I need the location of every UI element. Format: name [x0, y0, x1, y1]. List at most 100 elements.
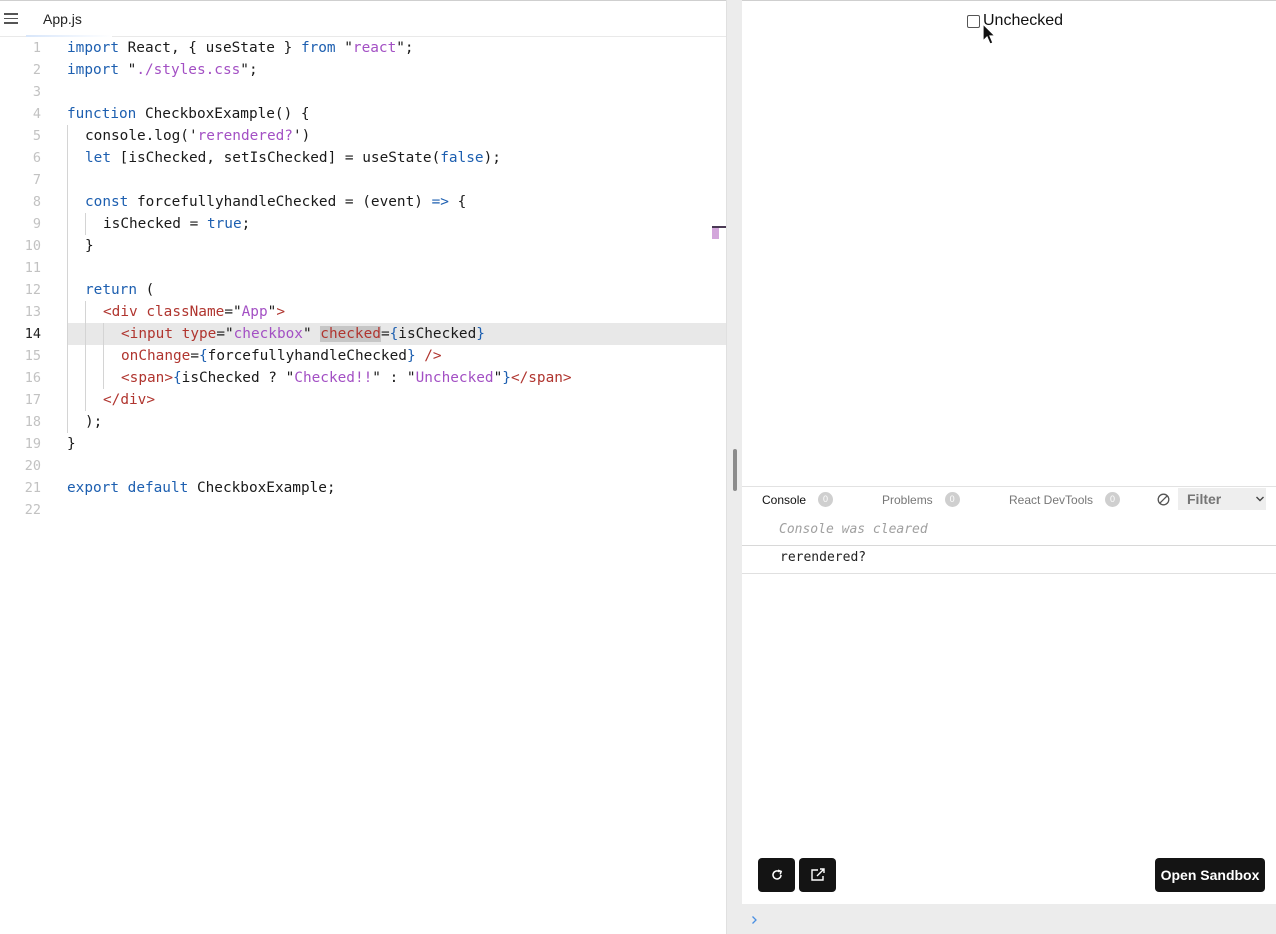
code-text: return (: [85, 282, 155, 298]
preview-checkbox[interactable]: [967, 14, 980, 28]
indent-guide: [85, 323, 86, 345]
pane-splitter[interactable]: [726, 0, 742, 934]
devtools-panel: Console 0 Problems 0 React DevTools 0 Co…: [742, 486, 1276, 934]
code-text: export default CheckboxExample;: [67, 480, 336, 496]
indent-guide: [67, 257, 68, 279]
indent-guide: [67, 125, 68, 147]
open-sandbox-button[interactable]: Open Sandbox: [1155, 858, 1265, 892]
tab-problems[interactable]: Problems 0: [882, 487, 960, 512]
indent-guide: [67, 235, 68, 257]
indent-guide: [85, 301, 86, 323]
indent-guide: [103, 323, 104, 345]
code-text: </div>: [103, 392, 155, 408]
line-number: 19: [24, 436, 41, 452]
line-number: 17: [24, 392, 41, 408]
indent-guide: [67, 301, 68, 323]
indent-guide: [85, 345, 86, 367]
indent-guide: [67, 367, 68, 389]
line-number: 20: [24, 458, 41, 474]
code-text: const forcefullyhandleChecked = (event) …: [85, 194, 467, 210]
code-line: 22: [0, 499, 726, 521]
tab-app-js[interactable]: App.js: [26, 1, 99, 38]
code-line: 21 export default CheckboxExample;: [0, 477, 726, 499]
code-text: <input type="checkbox" checked={isChecke…: [121, 326, 485, 342]
line-number: 8: [32, 194, 41, 210]
open-in-new-window-button[interactable]: [799, 858, 836, 892]
refresh-icon: [771, 869, 782, 880]
code-line: 12 return (: [0, 279, 726, 301]
indent-guide: [85, 213, 86, 235]
indent-guide: [67, 147, 68, 169]
code-line: 13 <div className="App">: [0, 301, 726, 323]
external-link-icon: [810, 868, 825, 881]
clear-console-icon[interactable]: [1157, 493, 1170, 506]
line-number: 18: [24, 414, 41, 430]
indent-guide: [67, 169, 68, 191]
code-line: 4 function CheckboxExample() {: [0, 103, 726, 125]
refresh-button[interactable]: [758, 858, 795, 892]
editor-tab-bar: App.js: [0, 0, 726, 37]
code-text: <span>{isChecked ? "Checked!!" : "Unchec…: [121, 370, 572, 386]
line-number: 2: [32, 62, 41, 78]
code-text: console.log('rerendered?'): [85, 128, 311, 144]
indent-guide: [67, 389, 68, 411]
tab-console[interactable]: Console 0: [762, 487, 834, 512]
filter-input[interactable]: [1178, 488, 1266, 510]
line-number: 11: [24, 260, 41, 276]
code-line: 1 import React, { useState } from "react…: [0, 37, 726, 59]
indent-guide: [67, 323, 68, 345]
code-line: 5 console.log('rerendered?'): [0, 125, 726, 147]
indent-guide: [85, 367, 86, 389]
line-number: 3: [32, 84, 41, 100]
code-line: 20: [0, 455, 726, 477]
code-text: import "./styles.css";: [67, 62, 258, 78]
tab-console-label: Console: [762, 492, 807, 507]
indent-guide: [85, 389, 86, 411]
code-line: 10 }: [0, 235, 726, 257]
selected-text: checked: [320, 326, 381, 342]
indent-guide: [67, 213, 68, 235]
code-text: <div className="App">: [103, 304, 285, 320]
splitter-handle[interactable]: [733, 449, 737, 491]
code-text: onChange={forcefullyhandleChecked} />: [121, 348, 442, 364]
line-number: 13: [24, 304, 41, 320]
indent-guide: [67, 345, 68, 367]
line-number: 16: [24, 370, 41, 386]
code-text: }: [85, 238, 94, 254]
line-number: 22: [24, 502, 41, 518]
scrollbar-selection-marker: [712, 228, 719, 239]
console-count-badge: 0: [818, 492, 834, 507]
indent-guide: [67, 411, 68, 433]
react-devtools-count-badge: 0: [1105, 492, 1121, 507]
indent-guide: [103, 345, 104, 367]
code-line: 7: [0, 169, 726, 191]
line-number: 12: [24, 282, 41, 298]
code-line: 9 isChecked = true;: [0, 213, 726, 235]
code-line-active: 14 <input type="checkbox" checked={isChe…: [25, 323, 726, 345]
code-area[interactable]: 1 import React, { useState } from "react…: [0, 37, 726, 521]
indent-guide: [67, 279, 68, 301]
chevron-down-icon[interactable]: [1255, 495, 1265, 503]
devtools-tab-bar: Console 0 Problems 0 React DevTools 0: [742, 487, 1276, 512]
code-line: 16 <span>{isChecked ? "Checked!!" : "Unc…: [0, 367, 726, 389]
line-number: 10: [24, 238, 41, 254]
code-line: 2 import "./styles.css";: [0, 59, 726, 81]
tab-react-devtools[interactable]: React DevTools 0: [1009, 487, 1121, 512]
hamburger-icon[interactable]: [4, 13, 18, 25]
line-number: 15: [24, 348, 41, 364]
indent-guide: [67, 191, 68, 213]
code-line: 3: [0, 81, 726, 103]
code-text: function CheckboxExample() {: [67, 106, 310, 122]
code-line: 15 onChange={forcefullyhandleChecked} />: [0, 345, 726, 367]
line-number: 7: [32, 172, 41, 188]
preview-pane: Unchecked: [742, 0, 1276, 486]
console-log-entry: rerendered?: [742, 546, 1276, 574]
line-number: 4: [32, 106, 41, 122]
code-line: 18 );: [0, 411, 726, 433]
line-number: 14: [24, 326, 41, 342]
problems-count-badge: 0: [944, 492, 960, 507]
code-text: }: [67, 436, 76, 452]
line-number: 5: [32, 128, 41, 144]
code-text: import React, { useState } from "react";: [67, 40, 414, 56]
console-input[interactable]: [742, 904, 1276, 934]
